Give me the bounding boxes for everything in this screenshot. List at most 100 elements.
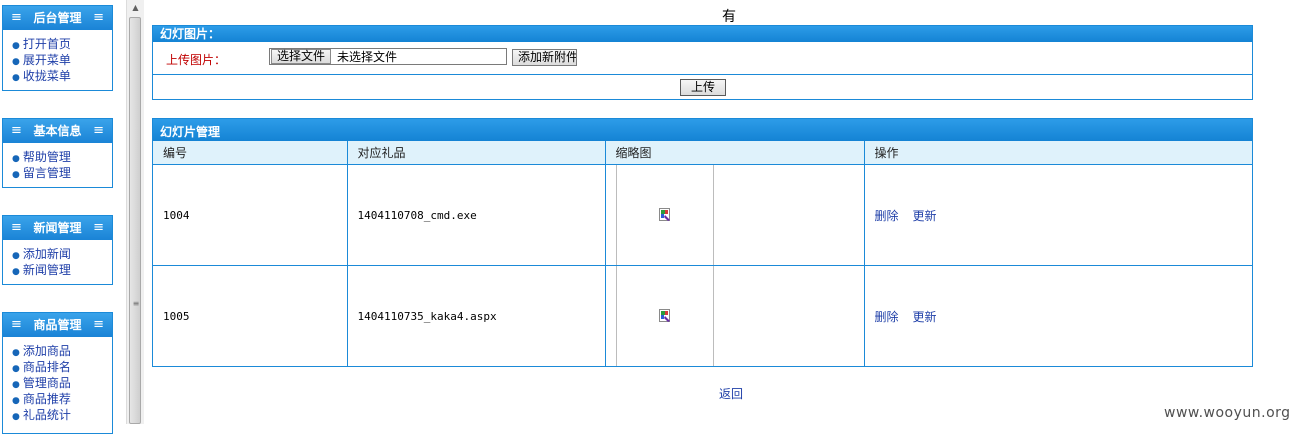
sidebar-link[interactable]: 商品排名 — [23, 360, 71, 374]
thumbnail-frame — [615, 165, 714, 265]
bullet-icon: ● — [12, 396, 20, 406]
file-status: 未选择文件 — [337, 50, 398, 64]
sidebar-item[interactable]: ● 管理商品 — [12, 375, 112, 391]
sidebar-section-title: 新闻管理 — [33, 221, 82, 235]
sidebar-item[interactable]: ● 商品推荐 — [12, 391, 112, 407]
menu-lines-icon: ≡ — [11, 10, 22, 25]
menu-lines-icon: ≡ — [11, 123, 22, 138]
sidebar-section-title: 后台管理 — [33, 11, 82, 25]
sidebar-link[interactable]: 管理商品 — [23, 376, 71, 390]
sidebar-link[interactable]: 收拢菜单 — [23, 69, 71, 83]
slides-panel: 幻灯片管理 编号 对应礼品 缩略图 操作 1004 1404110708_cmd… — [152, 118, 1253, 367]
sidebar-link[interactable]: 添加新闻 — [23, 247, 71, 261]
bullet-icon: ● — [12, 170, 20, 180]
column-header: 对应礼品 — [346, 141, 606, 165]
sidebar-item[interactable]: ● 帮助管理 — [12, 149, 112, 165]
sidebar-item[interactable]: ● 添加新闻 — [12, 246, 112, 262]
table-row: 1004 1404110708_cmd.exe 删除 更新 — [153, 164, 1252, 266]
bullet-icon: ● — [12, 364, 20, 374]
scrollbar-thumb[interactable]: ≡ — [129, 17, 141, 424]
sidebar-link[interactable]: 礼品统计 — [23, 408, 71, 422]
update-link[interactable]: 更新 — [913, 310, 937, 324]
bullet-icon: ● — [12, 41, 20, 51]
vertical-scrollbar[interactable]: ▲ ≡ — [126, 0, 144, 424]
slides-table: 编号 对应礼品 缩略图 操作 1004 1404110708_cmd.exe 删… — [153, 141, 1252, 366]
sidebar-item[interactable]: ● 商品排名 — [12, 359, 112, 375]
sidebar-link[interactable]: 添加商品 — [23, 344, 71, 358]
sidebar-item[interactable]: ● 留言管理 — [12, 165, 112, 181]
sidebar-link[interactable]: 打开首页 — [23, 37, 71, 51]
sidebar-link[interactable]: 留言管理 — [23, 166, 71, 180]
menu-lines-icon: ≡ — [93, 317, 104, 332]
sidebar-section-products: ≡ 商品管理 ≡ ● 添加商品 ● 商品排名 ● 管理商品 ● 商品推荐 ● 礼品统计 — [2, 312, 113, 434]
sidebar-item[interactable]: ● 礼品统计 — [12, 407, 112, 423]
sidebar-link[interactable]: 帮助管理 — [23, 150, 71, 164]
panel-title: 幻灯图片： — [153, 26, 1252, 42]
file-input[interactable]: 选择文件 未选择文件 — [269, 48, 507, 65]
sidebar-item[interactable]: ● 展开菜单 — [12, 52, 112, 68]
table-row: 1005 1404110735_kaka4.aspx 删除 更新 — [153, 265, 1252, 366]
delete-link[interactable]: 删除 — [875, 209, 899, 223]
sidebar-item[interactable]: ● 新闻管理 — [12, 262, 112, 278]
column-header: 缩略图 — [604, 141, 865, 165]
menu-lines-icon: ≡ — [11, 220, 22, 235]
sidebar-link[interactable]: 展开菜单 — [23, 53, 71, 67]
watermark: www.wooyun.org — [1164, 405, 1291, 421]
menu-lines-icon: ≡ — [11, 317, 22, 332]
table-header-row: 编号 对应礼品 缩略图 操作 — [153, 141, 1252, 165]
sidebar-section-title: 基本信息 — [33, 124, 82, 138]
upload-panel: 幻灯图片： 上传图片： 选择文件 未选择文件 添加新附件 上传 — [152, 25, 1253, 100]
menu-lines-icon: ≡ — [93, 220, 104, 235]
sidebar-link[interactable]: 新闻管理 — [23, 263, 71, 277]
cell-id: 1004 — [153, 164, 348, 266]
sidebar-item[interactable]: ● 打开首页 — [12, 36, 112, 52]
column-header: 编号 — [153, 141, 348, 165]
sidebar-section-admin: ≡ 后台管理 ≡ ● 打开首页 ● 展开菜单 ● 收拢菜单 — [2, 5, 113, 91]
column-header: 操作 — [863, 141, 1252, 165]
sidebar-section-basic-info: ≡ 基本信息 ≡ ● 帮助管理 ● 留言管理 — [2, 118, 113, 188]
top-text: 有 — [722, 9, 736, 25]
cell-thumbnail — [604, 164, 865, 266]
bullet-icon: ● — [12, 348, 20, 358]
sidebar-item[interactable]: ● 添加商品 — [12, 343, 112, 359]
sidebar: ≡ 后台管理 ≡ ● 打开首页 ● 展开菜单 ● 收拢菜单 ≡ 基本信息 ≡ ● 帮助管… — [0, 0, 122, 434]
submit-row: 上传 — [153, 75, 1252, 99]
cell-thumbnail — [604, 265, 865, 366]
bullet-icon: ● — [12, 267, 20, 277]
thumbnail-frame — [615, 266, 714, 366]
cell-actions: 删除 更新 — [863, 265, 1252, 366]
sidebar-item[interactable]: ● 收拢菜单 — [12, 68, 112, 84]
grip-lines-icon: ≡ — [132, 299, 140, 308]
upload-label: 上传图片： — [166, 53, 227, 67]
upload-row: 上传图片： 选择文件 未选择文件 添加新附件 — [153, 42, 1252, 75]
cell-gift: 1404110708_cmd.exe — [346, 164, 606, 266]
sidebar-section-header[interactable]: ≡ 商品管理 ≡ — [3, 313, 112, 337]
cell-actions: 删除 更新 — [863, 164, 1252, 266]
cell-gift: 1404110735_kaka4.aspx — [346, 265, 606, 366]
menu-lines-icon: ≡ — [93, 123, 104, 138]
choose-file-button[interactable]: 选择文件 — [271, 49, 332, 64]
bullet-icon: ● — [12, 380, 20, 390]
bullet-icon: ● — [12, 154, 20, 164]
menu-lines-icon: ≡ — [93, 10, 104, 25]
sidebar-section-news: ≡ 新闻管理 ≡ ● 添加新闻 ● 新闻管理 — [2, 215, 113, 285]
bullet-icon: ● — [12, 412, 20, 422]
sidebar-section-header[interactable]: ≡ 新闻管理 ≡ — [3, 216, 112, 240]
sidebar-link[interactable]: 商品推荐 — [23, 392, 71, 406]
panel-title: 幻灯片管理 — [153, 119, 1252, 141]
sidebar-section-header[interactable]: ≡ 后台管理 ≡ — [3, 6, 112, 30]
broken-image-icon — [658, 208, 670, 221]
sidebar-section-title: 商品管理 — [33, 318, 82, 332]
delete-link[interactable]: 删除 — [875, 310, 899, 324]
bullet-icon: ● — [12, 73, 20, 83]
bullet-icon: ● — [12, 251, 20, 261]
add-attachment-button[interactable]: 添加新附件 — [512, 49, 577, 66]
broken-image-icon — [658, 309, 670, 322]
sidebar-section-header[interactable]: ≡ 基本信息 ≡ — [3, 119, 112, 143]
scroll-up-arrow-icon[interactable]: ▲ — [127, 0, 144, 16]
bullet-icon: ● — [12, 57, 20, 67]
cell-id: 1005 — [153, 265, 348, 366]
back-link[interactable]: 返回 — [719, 385, 743, 402]
update-link[interactable]: 更新 — [913, 209, 937, 223]
upload-button[interactable]: 上传 — [680, 79, 726, 96]
